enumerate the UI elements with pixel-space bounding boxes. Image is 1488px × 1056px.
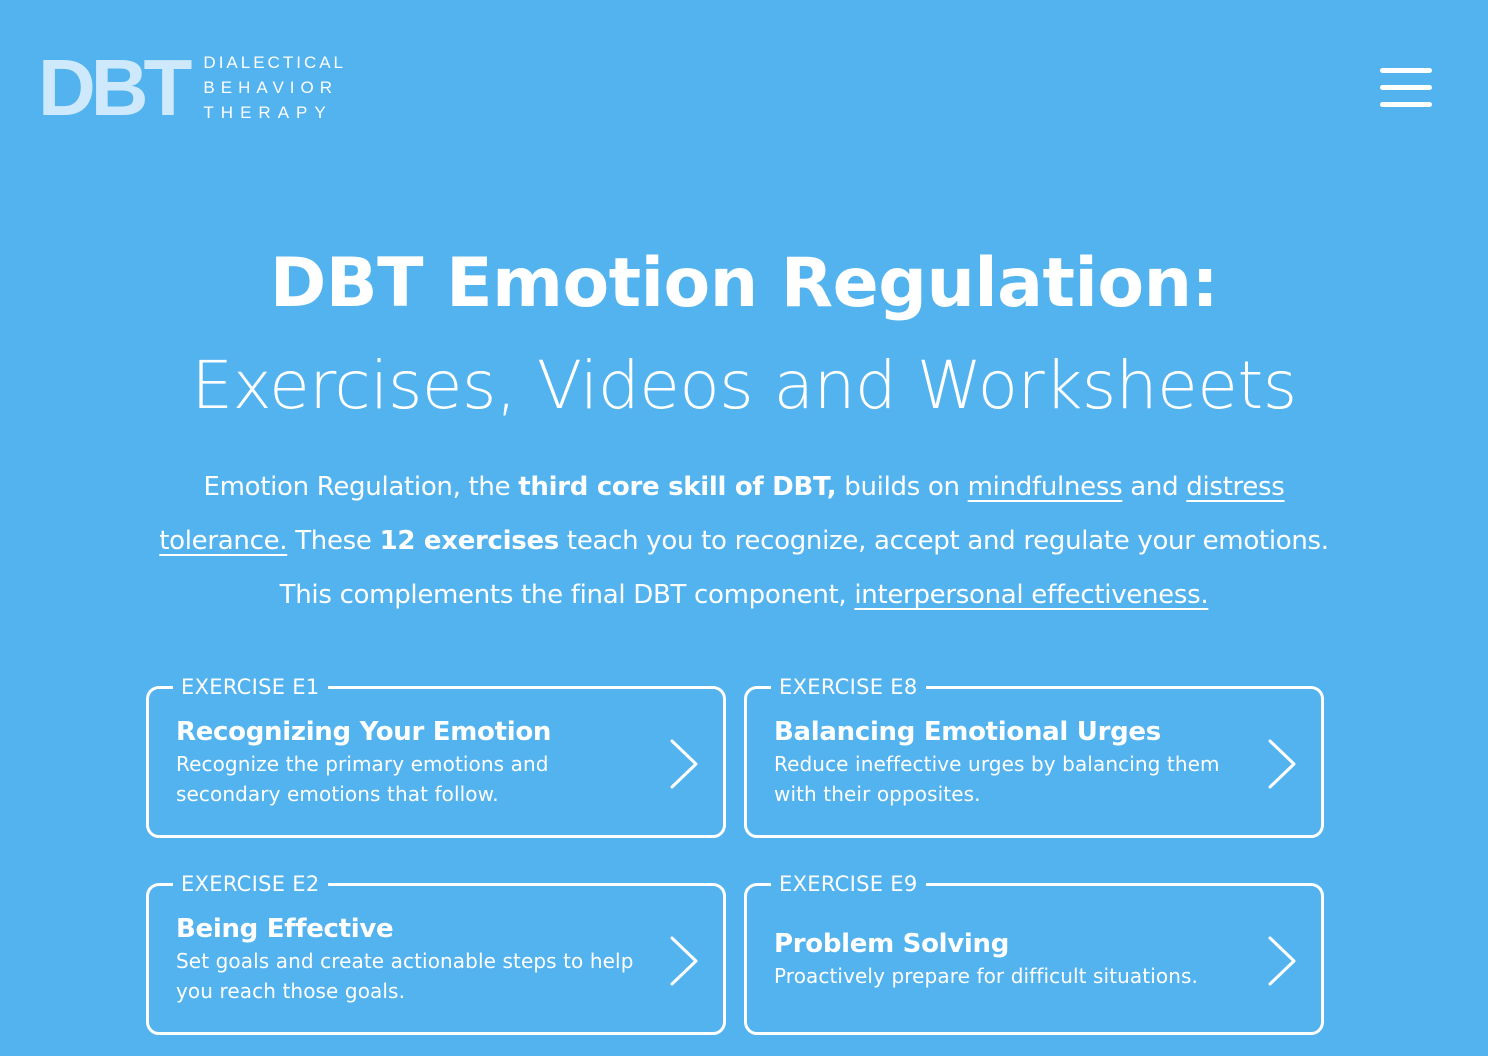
exercise-description: Set goals and create actionable steps to…	[176, 949, 634, 1003]
menu-bar-top	[1380, 68, 1432, 73]
menu-bar-middle	[1380, 85, 1432, 90]
intro-text-3: and	[1122, 472, 1187, 502]
exercise-title: Balancing Emotional Urges	[774, 717, 1161, 747]
card-body: Problem Solving Proactively prepare for …	[774, 886, 1234, 1032]
intro-text-1: Emotion Regulation, the	[203, 472, 519, 502]
mindfulness-link[interactable]: mindfulness	[968, 472, 1123, 502]
exercise-card-e8[interactable]: EXERCISE E8 Balancing Emotional Urges Re…	[744, 672, 1324, 838]
logo-wordmark: DIALECTICAL BEHAVIOR THERAPY	[203, 50, 346, 125]
card-body: Balancing Emotional Urges Reduce ineffec…	[774, 689, 1234, 835]
logo-line-2: BEHAVIOR	[203, 78, 339, 97]
site-logo[interactable]: DBT DIALECTICAL BEHAVIOR THERAPY	[38, 42, 346, 132]
page-title: DBT Emotion Regulation:	[269, 244, 1219, 323]
chevron-right-icon	[670, 936, 698, 986]
intro-bold-2: 12 exercises	[379, 526, 560, 556]
site-header: DBT DIALECTICAL BEHAVIOR THERAPY	[0, 0, 1488, 150]
logo-mark: DBT	[38, 42, 192, 132]
exercise-description: Recognize the primary emotions and secon…	[176, 752, 549, 806]
intro-bold-1: third core skill of DBT,	[518, 472, 837, 502]
menu-bar-bottom	[1380, 102, 1432, 107]
card-body: Being Effective Set goals and create act…	[176, 886, 636, 1032]
hero: DBT Emotion Regulation: Exercises, Video…	[0, 238, 1488, 442]
logo-line-1: DIALECTICAL	[203, 53, 347, 72]
exercise-title: Problem Solving	[774, 929, 1010, 959]
intro-text-2: builds on	[836, 472, 968, 502]
exercise-title: Being Effective	[176, 914, 394, 944]
exercise-card-e1[interactable]: EXERCISE E1 Recognizing Your Emotion Rec…	[146, 672, 726, 838]
exercise-title: Recognizing Your Emotion	[176, 717, 552, 747]
chevron-right-icon	[670, 739, 698, 789]
interpersonal-effectiveness-link[interactable]: interpersonal effectiveness.	[854, 580, 1208, 610]
chevron-right-icon	[1268, 936, 1296, 986]
chevron-right-icon	[1268, 739, 1296, 789]
page-subtitle: Exercises, Videos and Worksheets	[191, 347, 1297, 424]
logo-line-3: THERAPY	[203, 103, 333, 122]
hamburger-menu-icon[interactable]	[1380, 68, 1432, 110]
intro-text-4: These	[287, 526, 380, 556]
exercise-description: Reduce ineffective urges by balancing th…	[774, 752, 1220, 806]
card-body: Recognizing Your Emotion Recognize the p…	[176, 689, 636, 835]
intro-paragraph: Emotion Regulation, the third core skill…	[150, 460, 1338, 622]
exercise-description: Proactively prepare for difficult situat…	[774, 964, 1198, 988]
exercise-card-e2[interactable]: EXERCISE E2 Being Effective Set goals an…	[146, 869, 726, 1035]
exercise-card-e9[interactable]: EXERCISE E9 Problem Solving Proactively …	[744, 869, 1324, 1035]
